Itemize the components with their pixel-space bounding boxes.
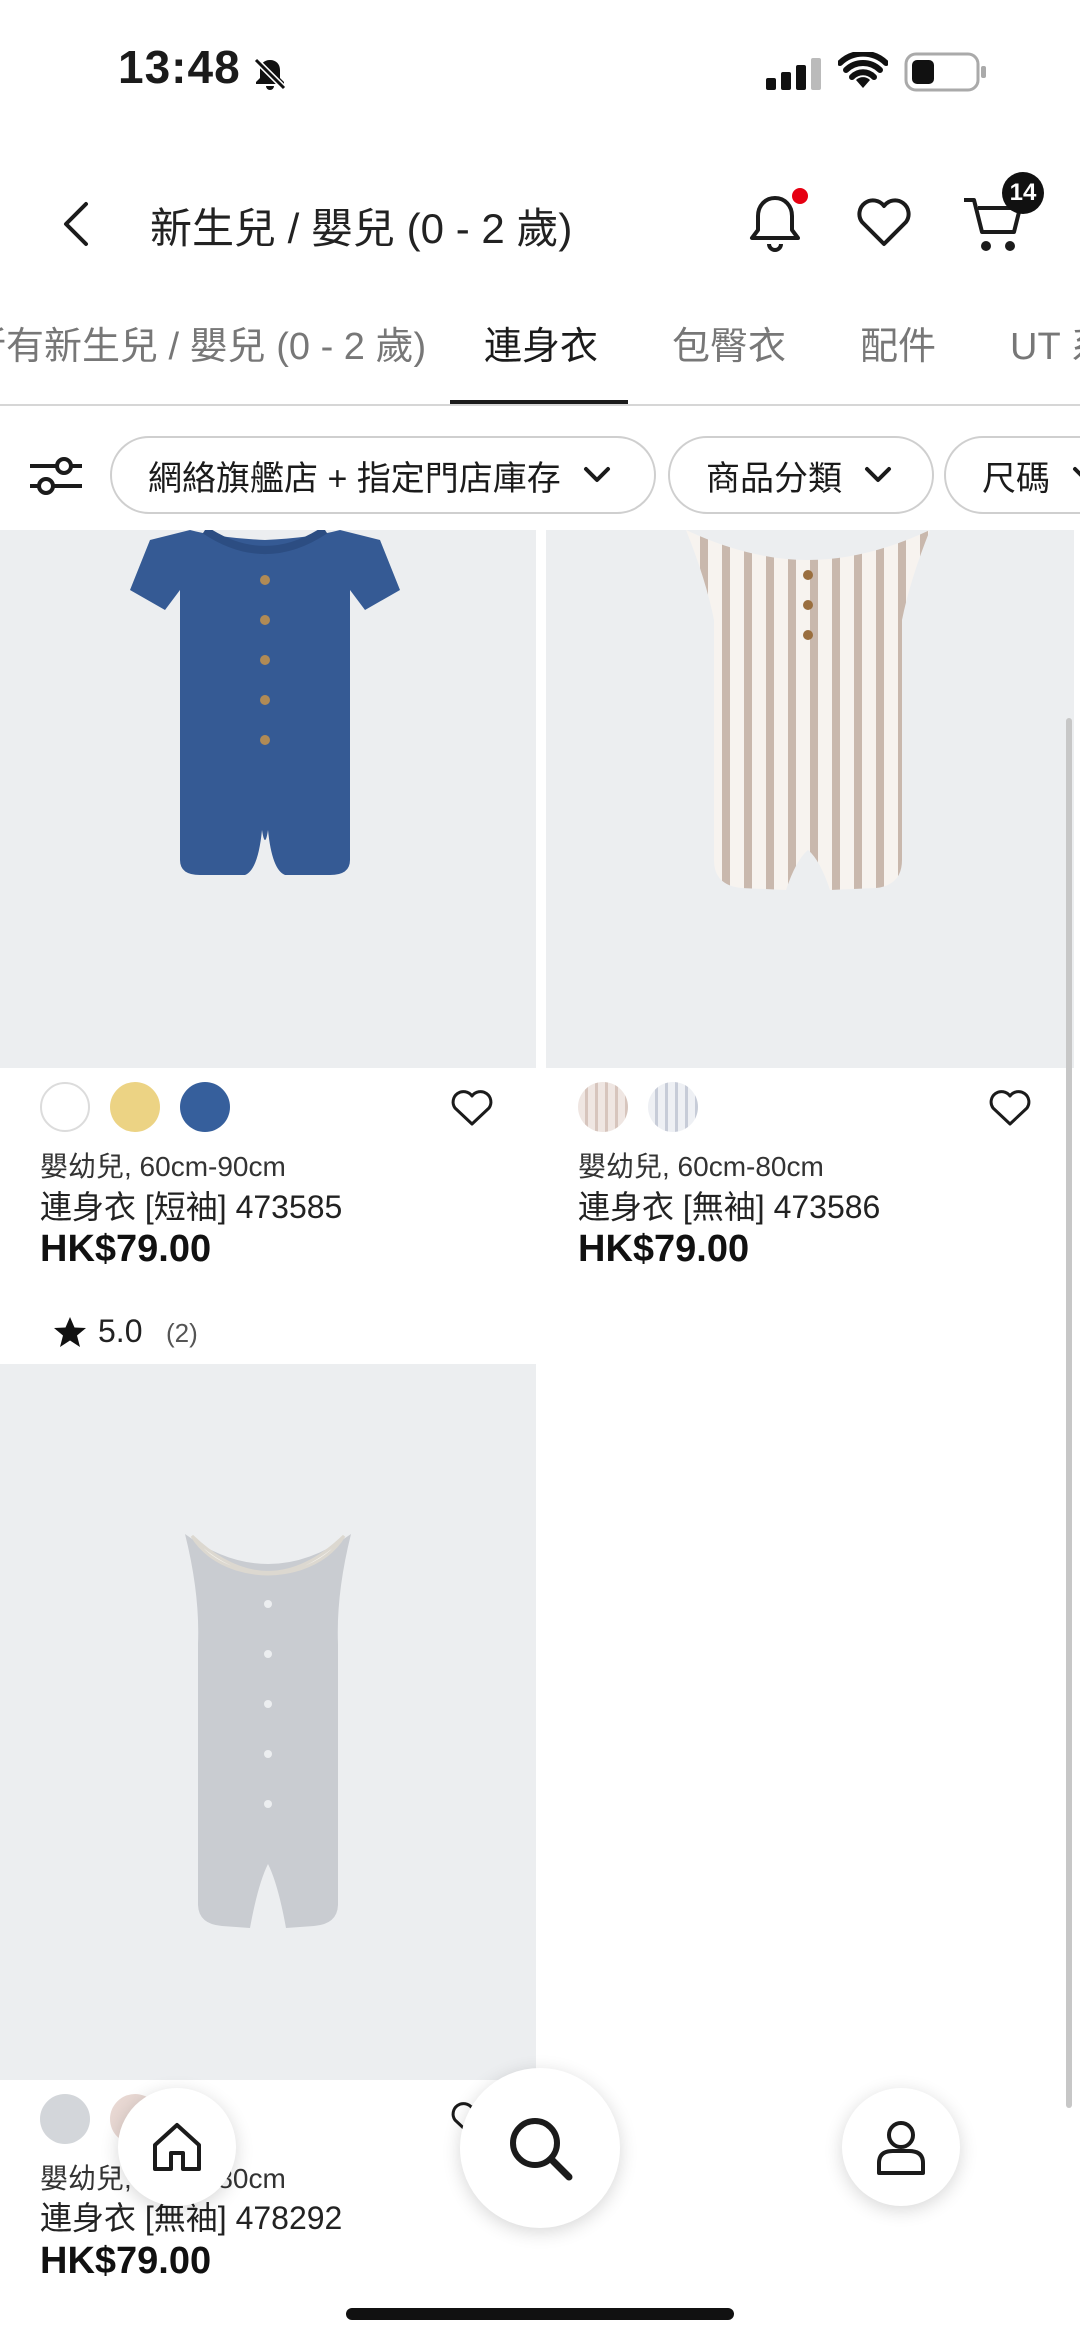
tabs-divider bbox=[0, 404, 1080, 406]
wishlist-heart-icon[interactable] bbox=[856, 196, 912, 248]
product-image[interactable] bbox=[0, 526, 536, 1068]
romper-short-sleeve-image bbox=[130, 526, 400, 875]
romper-sleeveless-stripe-image bbox=[686, 530, 930, 890]
filter-size[interactable]: 尺碼 bbox=[944, 436, 1080, 514]
filter-product-category-label: 商品分類 bbox=[706, 459, 842, 498]
star-icon bbox=[54, 1317, 86, 1347]
category-tabs: 所有新生兒 / 嬰兒 (0 - 2 歲) 連身衣 包臀衣 配件 UT 系列 bbox=[0, 290, 1080, 406]
review-count: (2) bbox=[166, 1318, 198, 1348]
notifications-button[interactable] bbox=[740, 188, 810, 258]
romper-lace-collar-image bbox=[185, 1534, 351, 1928]
cellular-signal-icon bbox=[766, 58, 821, 90]
status-time: 13:48 bbox=[118, 41, 241, 93]
heart-icon[interactable] bbox=[450, 1088, 494, 1128]
search-icon bbox=[510, 2118, 573, 2181]
tab-accessories[interactable]: 配件 bbox=[860, 315, 936, 370]
back-arrow-icon[interactable] bbox=[60, 200, 92, 248]
color-swatch-white[interactable] bbox=[40, 1082, 90, 1132]
user-icon bbox=[877, 2121, 925, 2175]
color-swatch-yellow[interactable] bbox=[110, 1082, 160, 1132]
home-button[interactable] bbox=[118, 2088, 236, 2206]
color-swatch-beige-stripe[interactable] bbox=[578, 1082, 628, 1132]
product-category: 嬰幼兒, 60cm-80cm bbox=[578, 1151, 824, 1182]
chevron-down-icon bbox=[865, 467, 891, 482]
wifi-icon bbox=[838, 52, 888, 88]
filter-size-label: 尺碼 bbox=[982, 459, 1050, 498]
product-image[interactable] bbox=[546, 530, 1074, 1068]
home-indicator bbox=[346, 2308, 734, 2320]
battery-icon bbox=[904, 52, 986, 92]
heart-icon[interactable] bbox=[988, 1088, 1032, 1128]
cart-count-badge: 14 bbox=[1002, 172, 1044, 214]
rating-score: 5.0 bbox=[98, 1313, 143, 1349]
home-icon bbox=[153, 2123, 201, 2171]
tab-all-newborn[interactable]: 所有新生兒 / 嬰兒 (0 - 2 歲) bbox=[0, 315, 426, 370]
filter-sliders-icon[interactable] bbox=[28, 454, 84, 498]
chevron-down-icon bbox=[583, 467, 610, 482]
color-swatch-blue-stripe[interactable] bbox=[648, 1082, 698, 1132]
chevron-down-icon bbox=[1073, 467, 1080, 477]
filter-product-category[interactable]: 商品分類 bbox=[668, 436, 934, 514]
color-swatch-blue[interactable] bbox=[180, 1082, 230, 1132]
filter-store-stock[interactable]: 網絡旗艦店 + 指定門店庫存 bbox=[110, 436, 656, 514]
tab-ut[interactable]: UT 系列 bbox=[1010, 315, 1080, 370]
cart-button[interactable]: 14 bbox=[960, 172, 1050, 258]
tab-bodysuit[interactable]: 連身衣 bbox=[484, 315, 598, 370]
tab-diaper-cover[interactable]: 包臀衣 bbox=[672, 315, 786, 370]
product-name[interactable]: 連身衣 [短袖] 473585 bbox=[40, 1182, 342, 1228]
product-image[interactable] bbox=[0, 1364, 536, 2080]
bell-slash-icon bbox=[253, 57, 287, 91]
product-category: 嬰幼兒, 60cm-90cm bbox=[40, 1151, 286, 1182]
scrollbar[interactable] bbox=[1066, 718, 1072, 2108]
product-price: HK$79.00 bbox=[40, 1228, 212, 1270]
account-button[interactable] bbox=[842, 2088, 960, 2206]
filter-store-stock-label: 網絡旗艦店 + 指定門店庫存 bbox=[148, 459, 561, 498]
product-price: HK$79.00 bbox=[578, 1228, 750, 1270]
product-price: HK$79.00 bbox=[40, 2240, 212, 2282]
bell-icon bbox=[750, 188, 808, 252]
product-name[interactable]: 連身衣 [無袖] 473586 bbox=[578, 1182, 880, 1228]
color-swatch-gray[interactable] bbox=[40, 2094, 90, 2144]
search-button[interactable] bbox=[460, 2068, 620, 2228]
page-title: 新生兒 / 嬰兒 (0 - 2 歲) bbox=[150, 205, 573, 252]
